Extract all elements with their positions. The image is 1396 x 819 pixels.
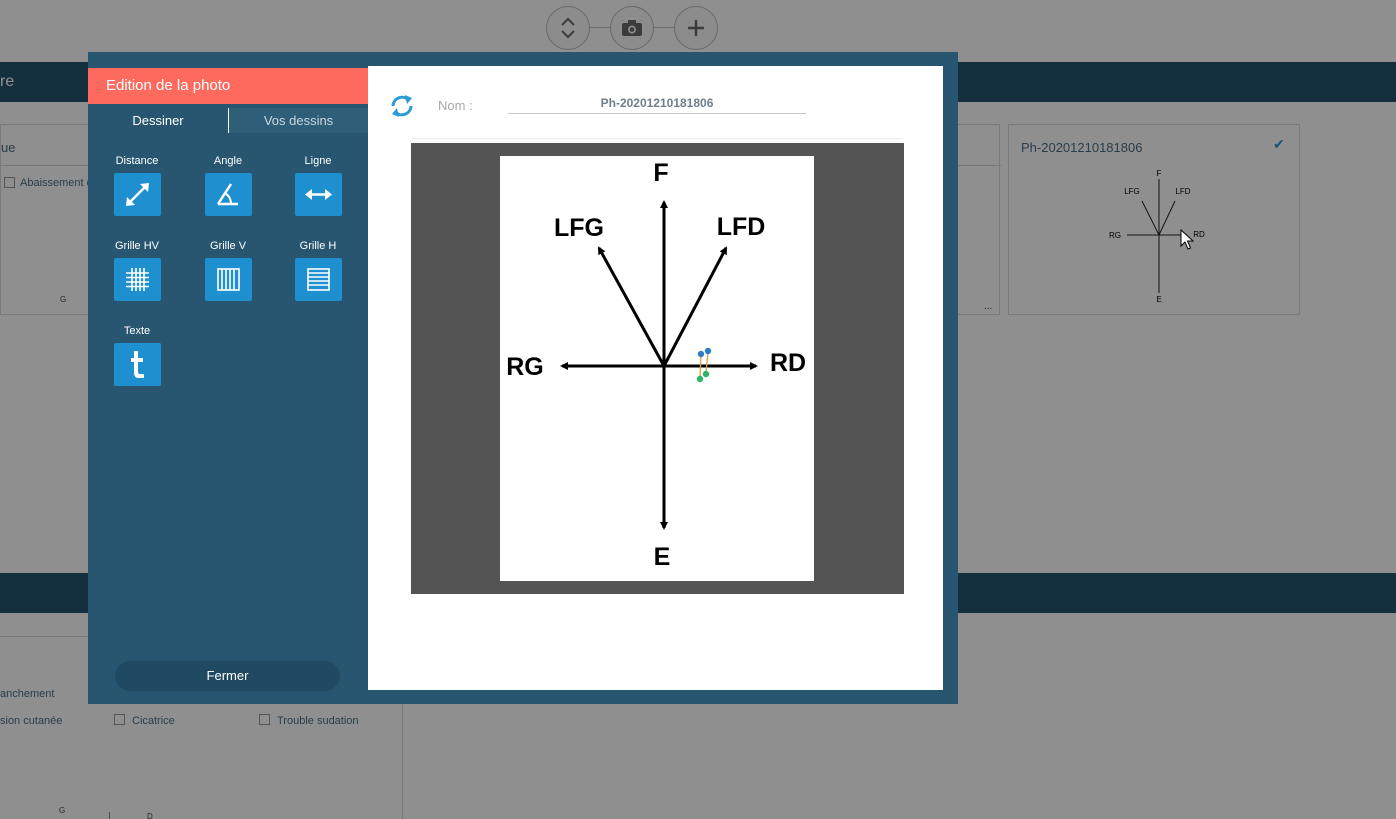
grid-h-button[interactable] [294,258,342,301]
card-title: ue [1,140,16,155]
svg-text:LFG: LFG [1124,187,1140,196]
cicatrice-checkbox[interactable] [114,714,125,725]
photo-diagram: F LFG LFD RG RD E [506,159,806,571]
svg-text:E: E [1156,295,1161,304]
marker-blue-2[interactable] [704,347,712,355]
grid-v-icon [216,268,240,291]
drawing-tools-sidebar: Edition de la photo Dessiner Vos dessins… [88,52,368,704]
lower-divider [0,636,88,637]
grid-hv-icon [125,268,149,291]
modal-title: Edition de la photo [88,68,368,104]
line-icon [304,189,332,200]
tool-texte[interactable]: Texte [92,325,182,391]
label-rg: RG [506,353,544,381]
tool-label: Angle [213,155,243,167]
camera-icon [622,20,642,36]
tool-label: Grille HV [114,240,159,252]
trouble-sudation-checkbox[interactable] [259,714,270,725]
card-ellipsis: ... [984,301,993,312]
grid-h-icon [306,268,330,291]
photo-edit-modal: Edition de la photo Dessiner Vos dessins… [88,52,958,704]
photo-thumbnail: F LFG LFD RG RD E [1109,169,1205,304]
label-lfg: LFG [554,214,604,242]
angle-icon [216,183,238,206]
svg-text:LFD: LFD [1175,187,1190,196]
section-header-title: re [0,73,15,90]
plus-icon [688,20,704,36]
distance-icon [125,183,149,206]
photo-edit-panel: Nom : Ph-20201210181806 F LFG LFD RG RD … [368,66,943,690]
tool-label: Ligne [304,155,332,167]
camera-button[interactable] [610,6,654,50]
lower-footer-d: D [147,812,153,819]
lower-footer-g: G [59,806,66,815]
photo-card-selected[interactable]: Ph-20201210181806 ✔ F LFG LFD RG RD E [1008,124,1300,315]
tool-label: Grille V [209,240,247,252]
nav-connector [654,27,676,28]
label-f: F [653,159,668,187]
abaissement-label: Abaissement d [20,177,93,189]
refresh-icon[interactable] [388,92,416,120]
drawing-canvas[interactable]: F LFG LFD RG RD E [411,143,904,594]
name-input[interactable] [508,92,806,114]
tool-label: Distance [115,155,159,167]
add-button[interactable] [674,6,718,50]
nav-connector [590,27,612,28]
reorder-button[interactable] [546,6,590,50]
svg-text:RG: RG [1109,231,1121,240]
lower-item-label: anchement [0,688,55,700]
sidebar-tabs: Dessiner Vos dessins [88,108,368,133]
mouse-cursor-icon [1180,229,1194,250]
line-button[interactable] [294,173,342,216]
text-button[interactable] [113,343,161,386]
svg-text:F: F [1157,169,1162,178]
photo-image[interactable]: F LFG LFD RG RD E [500,156,814,581]
name-label: Nom : [438,98,473,113]
label-e: E [654,543,671,571]
tool-label: Texte [123,325,151,337]
grid-v-button[interactable] [204,258,252,301]
tool-distance[interactable]: Distance [92,155,182,221]
distance-button[interactable] [113,173,161,216]
tool-label: Grille H [299,240,337,252]
tool-angle[interactable]: Angle [183,155,273,221]
grid-hv-button[interactable] [113,258,161,301]
tab-dessiner[interactable]: Dessiner [88,108,228,133]
tab-vos-dessins[interactable]: Vos dessins [228,108,368,133]
label-lfd: LFD [717,213,766,241]
cicatrice-label: Cicatrice [132,715,175,727]
tool-grille-v[interactable]: Grille V [183,240,273,306]
text-icon [130,351,144,378]
marker-blue-1[interactable] [697,350,705,358]
card-title: Ph-20201210181806 [1021,140,1143,155]
card-footer-g: G [60,295,67,304]
close-button[interactable]: Fermer [115,661,340,691]
tool-ligne[interactable]: Ligne [273,155,363,221]
label-rd: RD [770,349,806,377]
tool-grille-hv[interactable]: Grille HV [92,240,182,306]
lower-column-divider [402,704,403,819]
lower-item-label: sion cutanée [0,715,63,727]
abaissement-checkbox[interactable] [4,177,15,188]
trouble-sudation-label: Trouble sudation [277,715,359,727]
svg-text:RD: RD [1193,230,1205,239]
lower-footer-tick [109,812,110,819]
panel-divider [411,138,903,139]
chevron-up-down-icon [561,17,575,39]
tool-grille-h[interactable]: Grille H [273,240,363,306]
marker-green-1[interactable] [696,375,704,383]
marker-green-2[interactable] [702,370,710,378]
angle-button[interactable] [204,173,252,216]
selected-check-icon: ✔ [1273,136,1285,152]
